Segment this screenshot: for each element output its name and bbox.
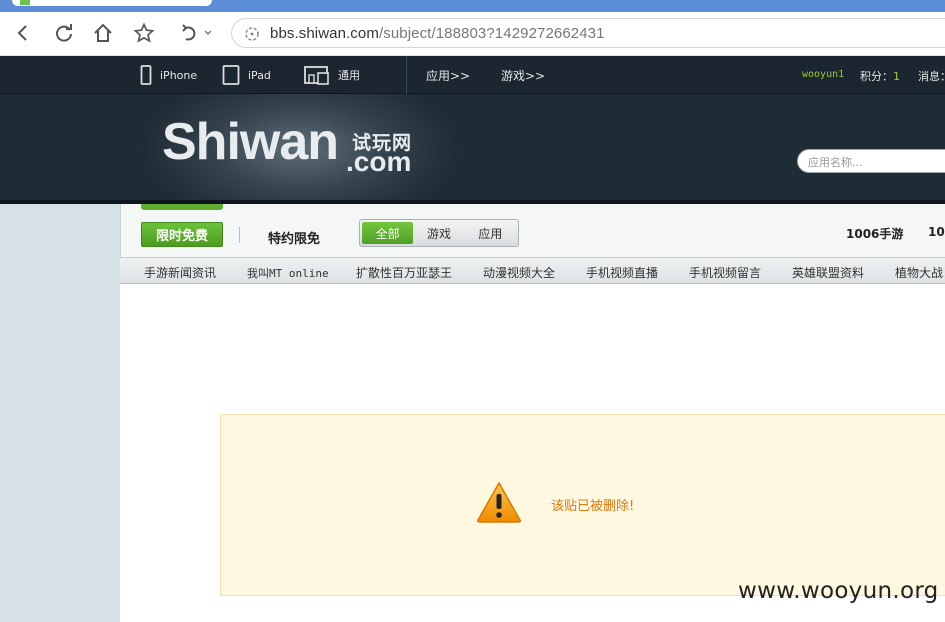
star-icon[interactable] <box>131 20 157 46</box>
watermark: www.wooyun.org <box>738 578 939 604</box>
active-tab-indicator <box>141 204 223 210</box>
site-logo[interactable]: Shiwan <box>162 116 339 168</box>
phone-icon <box>140 65 152 85</box>
quick-link[interactable]: 手机视频直播 <box>586 264 658 281</box>
notice-box: 该贴已被删除! <box>220 414 945 596</box>
site-top-nav: iPhone iPad 通用 应用>> 游戏>> wooyun1 积分：1 消息… <box>0 56 945 94</box>
browser-toolbar: bbs.shiwan.com/subject/188803?1429272662… <box>0 12 945 56</box>
tablet-icon <box>222 65 240 85</box>
filter-segmented-control: 全部 游戏 应用 <box>359 219 519 247</box>
url-text: bbs.shiwan.com/subject/188803?1429272662… <box>270 25 605 42</box>
filter-tab-all[interactable]: 全部 <box>362 222 414 244</box>
quick-link[interactable]: 动漫视频大全 <box>483 264 555 281</box>
score-label: 积分： <box>860 70 893 83</box>
quick-link[interactable]: 手机视频留言 <box>689 264 761 281</box>
left-sidebar <box>0 204 120 622</box>
browser-tab-strip <box>0 0 945 12</box>
limited-free-button[interactable]: 限时免费 <box>141 222 223 247</box>
score-display: 积分：1 <box>860 68 900 84</box>
username-link[interactable]: wooyun1 <box>802 69 844 80</box>
quick-link[interactable]: 英雄联盟资料 <box>792 264 864 281</box>
device-link-iphone[interactable]: iPhone <box>140 65 197 85</box>
messages-link[interactable]: 消息： <box>918 68 945 84</box>
quick-link[interactable]: 扩散性百万亚瑟王 <box>356 264 452 281</box>
device-link-general[interactable]: 通用 <box>304 65 360 85</box>
nav-divider <box>406 56 407 94</box>
search-placeholder: 应用名称... <box>808 156 863 169</box>
device-label: iPad <box>248 68 271 82</box>
link-1006-more[interactable]: 100 <box>928 225 945 239</box>
home-icon[interactable] <box>90 20 116 46</box>
nav-link-games[interactable]: 游戏>> <box>501 67 545 84</box>
device-link-ipad[interactable]: iPad <box>222 65 271 85</box>
special-free-link[interactable]: 特约限免 <box>268 228 320 247</box>
url-host: bbs.shiwan.com <box>270 25 379 42</box>
favicon-icon <box>20 0 30 5</box>
filter-tab-apps[interactable]: 应用 <box>465 222 516 244</box>
device-label: iPhone <box>160 68 198 82</box>
quick-link[interactable]: 植物大战 <box>895 264 943 281</box>
subnav-separator <box>239 227 240 243</box>
site-logo-com: .com <box>346 146 412 177</box>
multi-device-icon <box>304 66 329 85</box>
nav-link-apps[interactable]: 应用>> <box>426 67 470 84</box>
link-1006-games[interactable]: 1006手游 <box>846 225 903 242</box>
reload-icon[interactable] <box>51 20 77 46</box>
back-icon[interactable] <box>10 20 36 46</box>
url-path: /subject/188803?1429272662431 <box>378 25 605 42</box>
quick-link[interactable]: 手游新闻资讯 <box>144 264 216 281</box>
undo-history-icon[interactable] <box>178 20 214 46</box>
address-bar[interactable]: bbs.shiwan.com/subject/188803?1429272662… <box>231 18 945 48</box>
site-banner: Shiwan 试玩网 .com 应用名称... <box>0 94 945 204</box>
device-label: 通用 <box>338 69 360 82</box>
warning-icon <box>476 481 522 527</box>
browser-tab[interactable] <box>12 0 212 6</box>
quick-links-bar: 手游新闻资讯 我叫MT online 扩散性百万亚瑟王 动漫视频大全 手机视频直… <box>120 257 945 284</box>
quick-link[interactable]: 我叫MT online <box>247 265 329 281</box>
search-input[interactable]: 应用名称... <box>797 149 945 173</box>
score-value: 1 <box>893 70 900 83</box>
filter-tab-games[interactable]: 游戏 <box>413 222 464 244</box>
site-info-icon[interactable] <box>244 26 260 46</box>
deleted-message: 该贴已被删除! <box>551 499 635 514</box>
